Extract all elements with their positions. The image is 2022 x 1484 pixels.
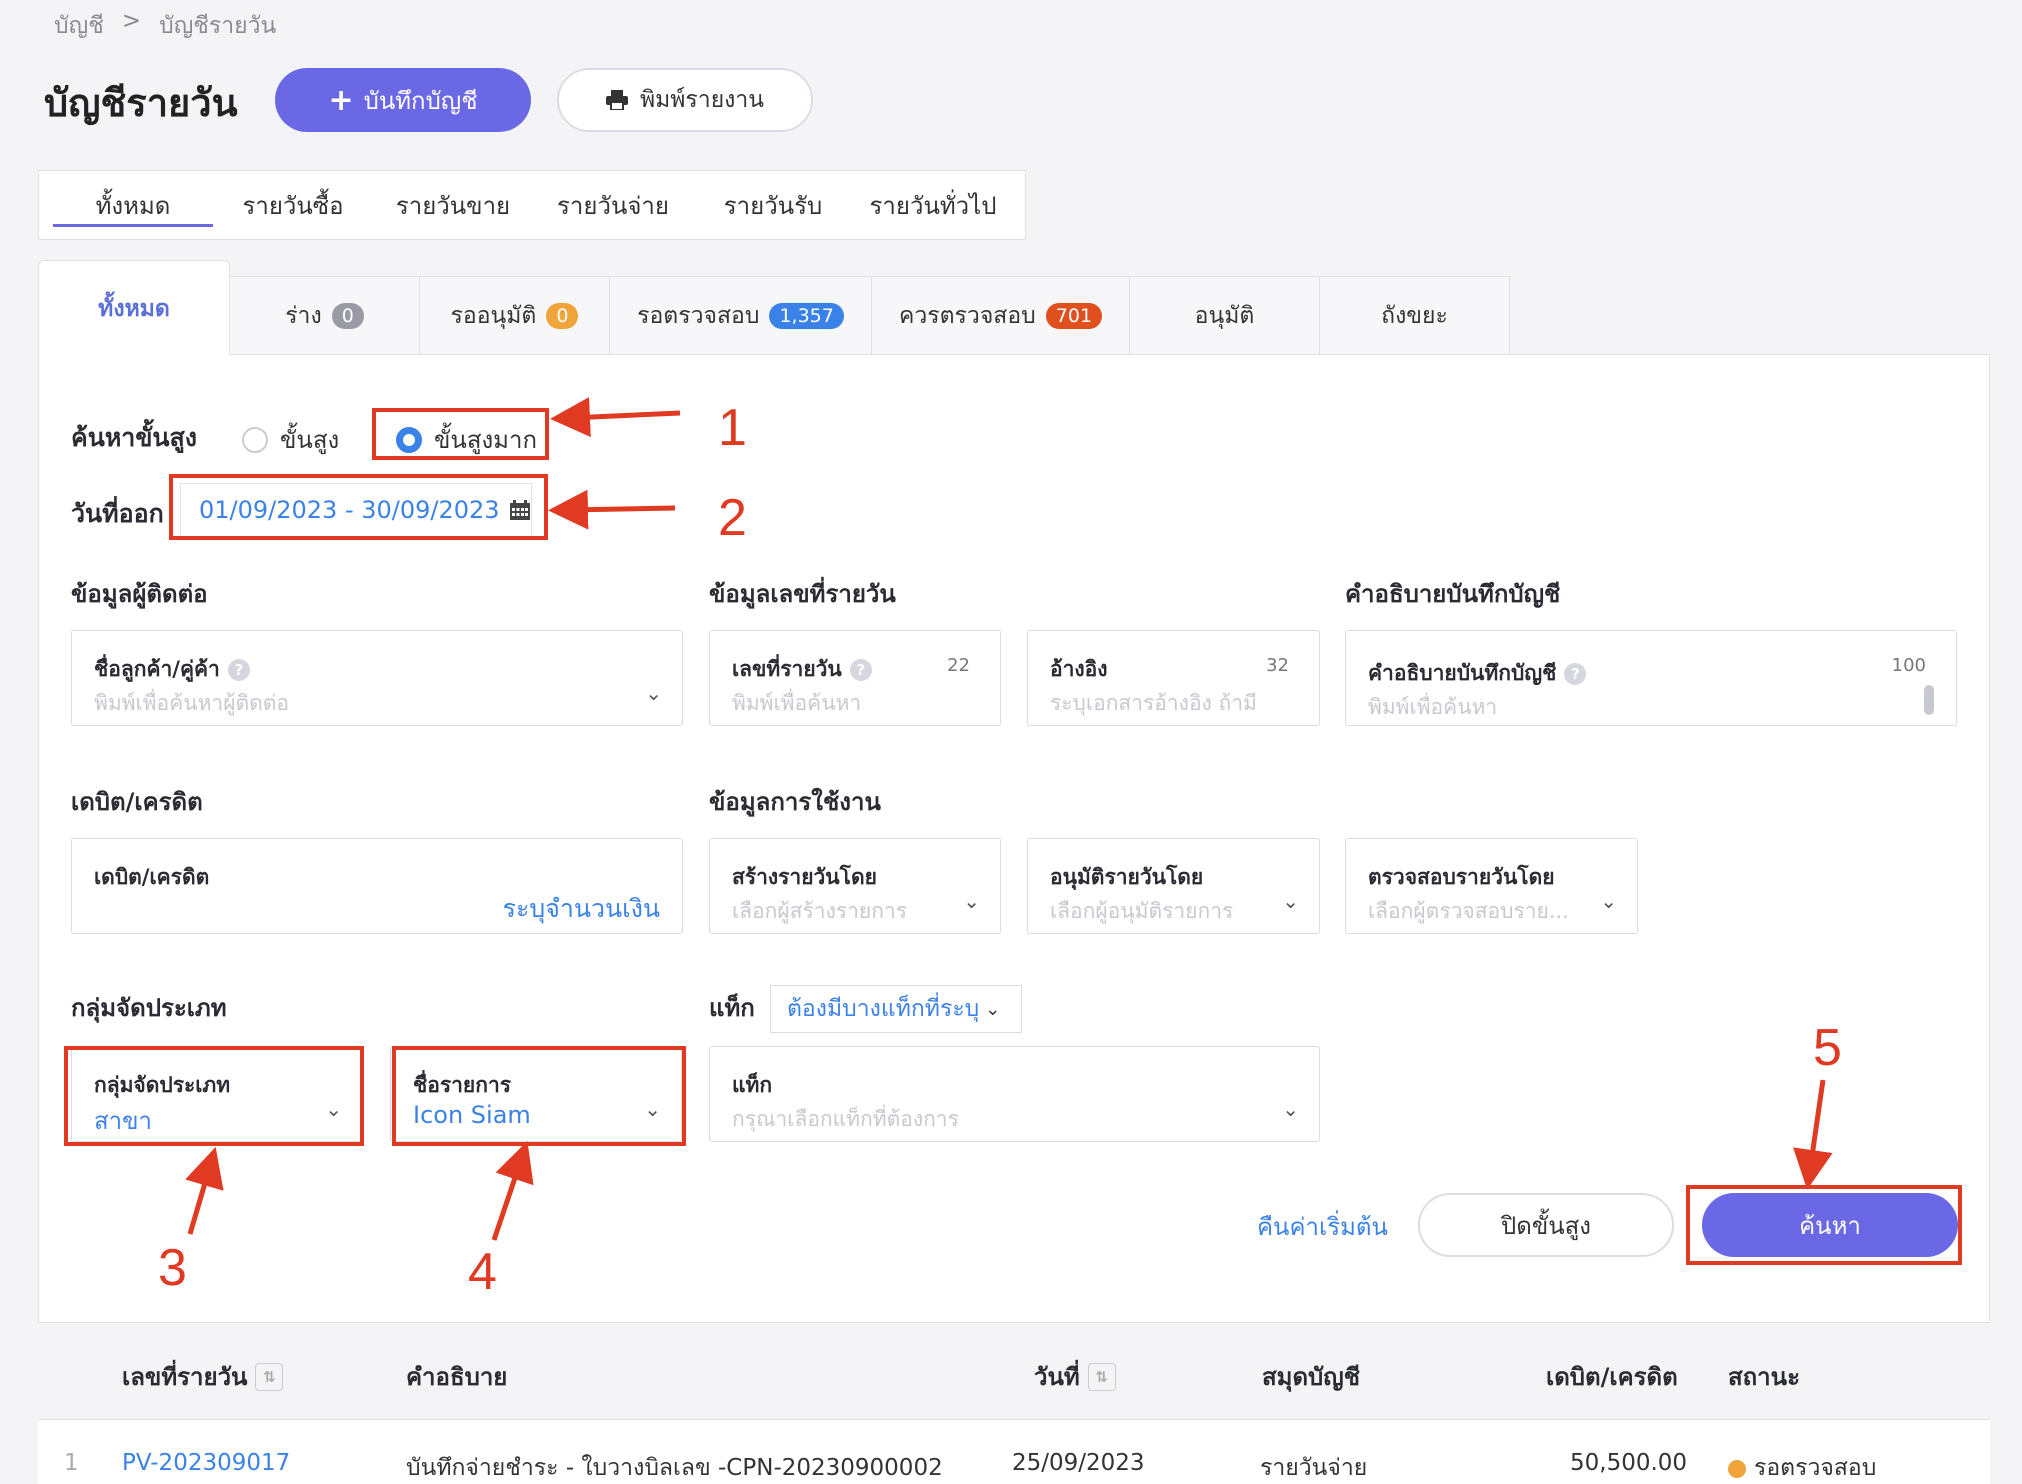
annotation-number-4: 4 — [468, 1243, 497, 1301]
annotation-number-1: 1 — [718, 399, 747, 457]
arrow-2 — [548, 489, 676, 530]
arrow-1 — [550, 397, 681, 438]
annotation-number-3: 3 — [158, 1239, 187, 1297]
annotation-arrows — [185, 397, 1833, 1241]
arrow-3 — [185, 1146, 224, 1235]
annotation-number-5: 5 — [1813, 1019, 1842, 1077]
arrow-5 — [1793, 1079, 1833, 1190]
arrow-4 — [491, 1141, 534, 1241]
annotation-number-2: 2 — [718, 489, 747, 547]
